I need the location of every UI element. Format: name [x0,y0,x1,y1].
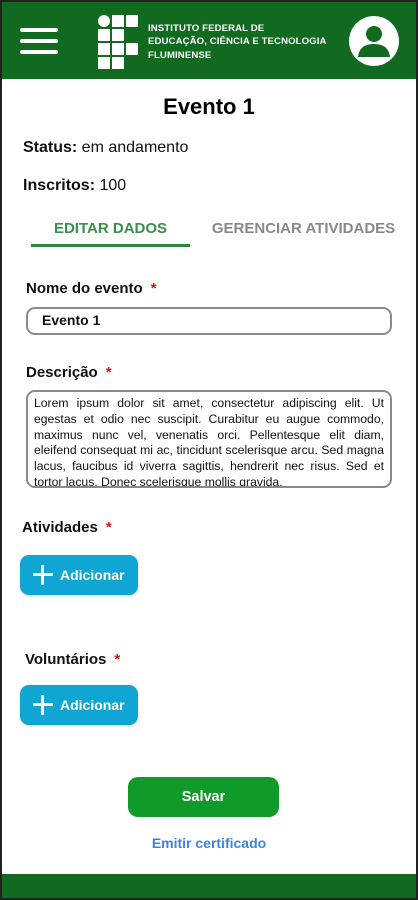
status-value: em andamento [77,139,189,156]
hamburger-menu-icon[interactable] [20,28,58,54]
required-mark: * [114,651,121,668]
institution-line: FLUMINENSE [148,49,212,61]
app-footer [2,874,416,898]
institution-line: EDUCAÇÃO, CIÊNCIA E TECNOLOGIA [148,36,327,48]
page-title: Evento 1 [163,94,255,119]
add-activity-button[interactable]: Adicionar [20,555,138,595]
volunteers-label: Voluntários * [25,651,120,668]
event-name-label: Nome do evento * [26,280,157,297]
event-name-label-text: Nome do evento [26,280,143,297]
save-button[interactable]: Salvar [128,777,279,817]
description-label-text: Descrição [26,364,98,381]
user-avatar-icon[interactable] [349,16,399,66]
institution-logo: INSTITUTO FEDERAL DE EDUCAÇÃO, CIÊNCIA E… [98,15,327,69]
activities-label: Atividades * [22,519,112,536]
institution-name: INSTITUTO FEDERAL DE EDUCAÇÃO, CIÊNCIA E… [148,22,327,63]
event-name-input[interactable]: Evento 1 [26,307,392,335]
tab-gerenciar-atividades[interactable]: GERENCIAR ATIVIDADES [206,220,401,237]
app-frame: INSTITUTO FEDERAL DE EDUCAÇÃO, CIÊNCIA E… [0,0,418,900]
add-volunteer-label: Adicionar [60,697,125,713]
enrolled-label: Inscritos: [23,177,96,194]
description-textarea[interactable]: Lorem ipsum dolor sit amet, consectetur … [26,390,392,488]
required-mark: * [105,519,112,536]
add-activity-label: Adicionar [60,567,125,583]
description-label: Descrição * [26,364,112,381]
issue-certificate-link[interactable]: Emitir certificado [2,835,416,851]
activities-label-text: Atividades [22,519,98,536]
plus-icon [32,564,54,586]
plus-icon [32,694,54,716]
active-tab-indicator [31,244,190,247]
tab-editar-dados[interactable]: EDITAR DADOS [31,220,190,237]
status-label: Status: [23,139,78,156]
app-header: INSTITUTO FEDERAL DE EDUCAÇÃO, CIÊNCIA E… [2,2,416,79]
required-mark: * [150,280,157,297]
add-volunteer-button[interactable]: Adicionar [20,685,138,725]
institution-line: INSTITUTO FEDERAL DE [148,22,265,34]
enrolled-value: 100 [95,177,127,194]
status-line: Status: em andamento [23,139,188,157]
enrolled-line: Inscritos: 100 [23,177,126,195]
if-logo-icon [98,15,138,69]
volunteers-label-text: Voluntários [25,651,107,668]
required-mark: * [105,364,112,381]
